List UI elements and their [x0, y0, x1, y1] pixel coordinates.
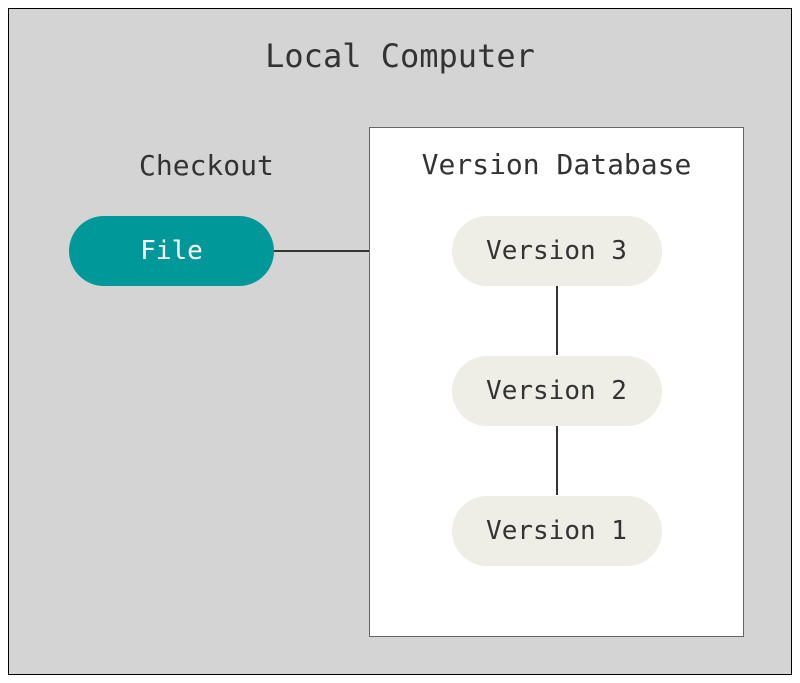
connector-v2-to-v1	[556, 426, 558, 495]
version-3-label: Version 3	[486, 236, 627, 266]
checkout-label: Checkout	[139, 149, 274, 182]
version-2-label: Version 2	[486, 376, 627, 406]
version-2-node: Version 2	[452, 356, 662, 426]
local-computer-frame: Local Computer Checkout File Version Dat…	[8, 8, 792, 675]
connector-v3-to-v2	[556, 286, 558, 355]
file-node-label: File	[140, 236, 203, 266]
file-node: File	[69, 216, 274, 286]
version-1-node: Version 1	[452, 496, 662, 566]
version-database-box: Version Database Version 3 Version 2 Ver…	[369, 127, 744, 637]
version-database-title: Version Database	[422, 148, 692, 181]
version-1-label: Version 1	[486, 516, 627, 546]
diagram-title: Local Computer	[265, 37, 535, 75]
version-3-node: Version 3	[452, 216, 662, 286]
